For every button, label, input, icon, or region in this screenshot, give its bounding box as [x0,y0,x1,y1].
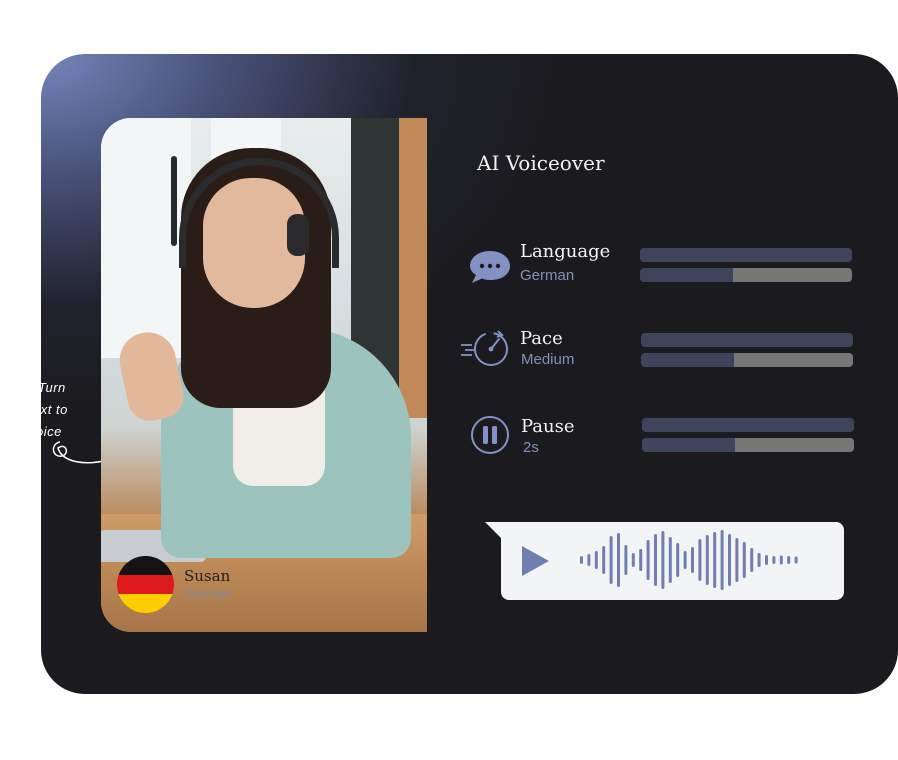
waveform-bar [691,547,694,573]
waveform-bar [602,546,606,574]
waveform-bar [683,551,687,569]
waveform-bar [661,531,665,589]
side-note: Turn ext to oice [33,377,68,443]
waveform-bar [594,551,598,569]
pace-level-bar[interactable] [641,353,853,367]
waveform-bar [668,537,672,583]
speaker-photo [101,118,427,632]
waveform-bar [639,549,643,571]
waveform-bar [750,548,754,572]
waveform-bar [580,556,583,564]
language-value: German [520,267,575,284]
waveform-bar [587,554,591,566]
waveform-bar [794,556,798,564]
waveform-bar [787,556,791,564]
pause-label: Pause [521,416,575,437]
pause-bar-top [642,418,854,432]
waveform-bar [765,555,768,565]
waveform-bar [779,555,783,565]
pace-bar-top [641,333,853,347]
speaker-name: Susan [184,567,231,585]
side-note-line: Turn [38,380,66,395]
waveform-bar [654,534,657,586]
germany-flag-icon [117,556,174,613]
waveform-bar [698,539,702,581]
waveform-bar [742,542,746,578]
language-label: Language [520,241,611,262]
waveform-bar [676,543,680,577]
waveform-bar [720,530,724,590]
play-icon[interactable] [522,546,549,576]
waveform-bar [705,535,709,585]
player-tail [485,522,501,538]
pause-icon[interactable] [469,414,511,456]
waveform-bar [757,553,761,567]
waveform-bar [772,556,776,564]
waveform-bar [646,540,650,580]
speedometer-icon [461,330,508,366]
pace-label: Pace [520,328,563,349]
waveform-bar [735,538,739,582]
panel-title: AI Voiceover [477,151,605,175]
language-level-bar[interactable] [640,268,852,282]
side-note-line: ext to [33,402,68,417]
pause-level-bar[interactable] [642,438,854,452]
waveform-bar [728,534,731,586]
waveform-bar [624,545,628,575]
waveform-bar [631,553,635,567]
language-bar-top [640,248,852,262]
pace-value: Medium [521,351,575,368]
waveform-bar [617,533,620,587]
pause-value: 2s [523,439,539,456]
waveform-bar [609,536,613,584]
speaker-language: German [184,586,231,601]
waveform [580,530,798,590]
speech-bubble-icon [470,251,510,283]
waveform-bar [713,532,717,588]
